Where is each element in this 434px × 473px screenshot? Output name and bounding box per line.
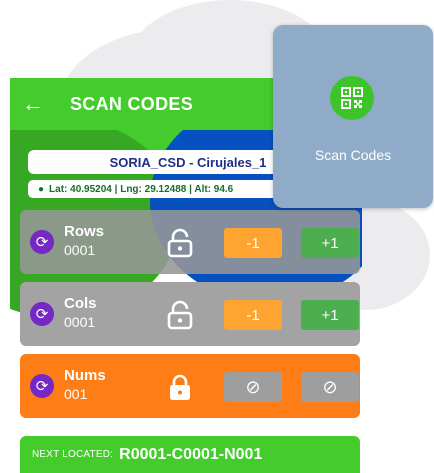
unlock-icon[interactable] [166, 228, 194, 258]
nums-counter: ⟳ Nums 001 ⊘ ⊘ [20, 354, 360, 418]
cols-counter: ⟳ Cols 0001 -1 +1 [20, 282, 360, 346]
page-title: SCAN CODES [70, 93, 194, 114]
tooltip-label: Scan Codes [314, 147, 392, 163]
next-located-label: NEXT LOCATED: [32, 449, 114, 460]
rows-counter: ⟳ Rows 0001 -1 +1 [20, 210, 360, 274]
counter-label: Nums [64, 367, 106, 384]
decrement-button-disabled[interactable]: ⊘ [224, 372, 282, 402]
increment-button-disabled[interactable]: ⊘ [301, 372, 359, 402]
unlock-icon[interactable] [166, 300, 194, 330]
block-icon: ⊘ [245, 376, 261, 397]
sync-icon[interactable]: ⟳ [30, 374, 54, 398]
increment-button[interactable]: +1 [301, 300, 359, 330]
counter-value: 0001 [64, 242, 96, 258]
scan-codes-tooltip[interactable]: Scan Codes [273, 25, 433, 208]
lock-icon[interactable] [166, 372, 194, 402]
block-icon: ⊘ [322, 376, 338, 397]
counter-label: Rows [64, 223, 105, 240]
decrement-button[interactable]: -1 [224, 300, 282, 330]
arrow-left-icon[interactable]: ← [22, 93, 48, 115]
decrement-button[interactable]: -1 [224, 228, 282, 258]
increment-button[interactable]: +1 [301, 228, 359, 258]
next-located-value: R0001-C0001-N001 [119, 445, 263, 463]
map-pin-icon: ● [38, 183, 45, 195]
sync-icon[interactable]: ⟳ [30, 302, 54, 326]
counter-value: 001 [64, 386, 88, 402]
qr-code-button[interactable] [330, 76, 374, 120]
qr-code-icon [341, 87, 363, 109]
next-located-bar: NEXT LOCATED: R0001-C0001-N001 [20, 436, 360, 473]
counter-label: Cols [64, 295, 97, 312]
sync-icon[interactable]: ⟳ [30, 230, 54, 254]
location-name-text: SORIA_CSD - Cirujales_1 [109, 154, 267, 170]
coordinates-text: Lat: 40.95204 | Lng: 29.12488 | Alt: 94.… [49, 183, 234, 195]
counter-value: 0001 [64, 314, 96, 330]
